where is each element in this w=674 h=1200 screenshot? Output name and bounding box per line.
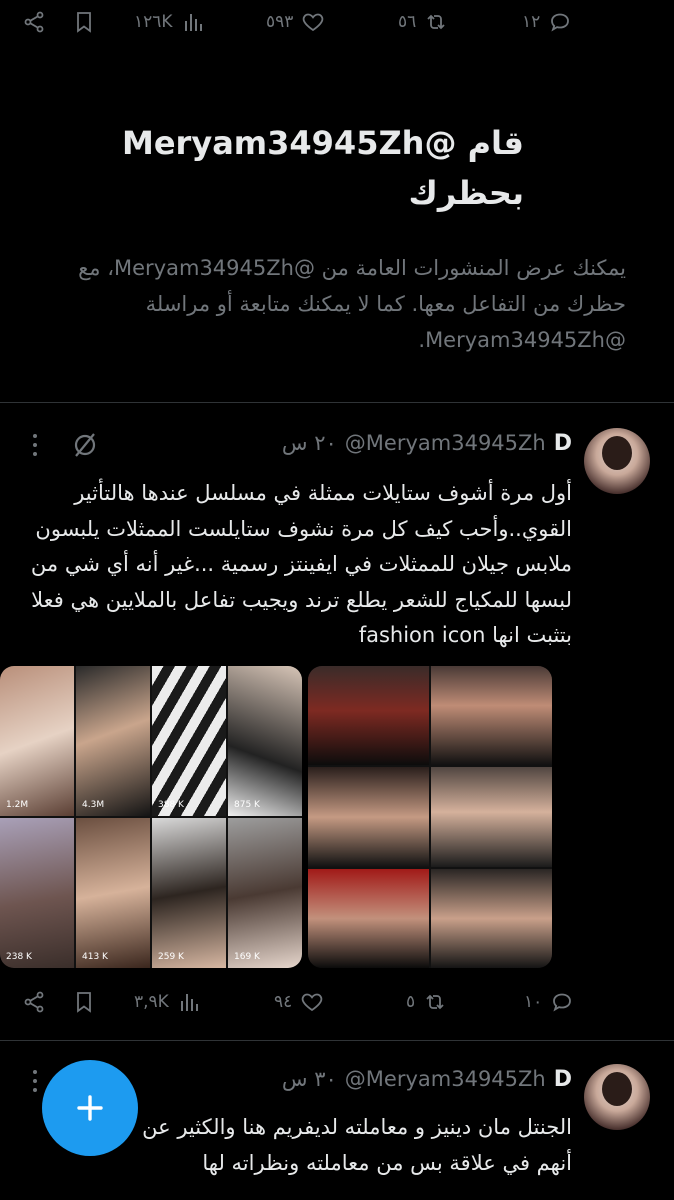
author-name[interactable]: D bbox=[554, 431, 572, 456]
views-button[interactable]: ١٢٦K bbox=[134, 0, 205, 44]
avatar[interactable] bbox=[584, 428, 650, 494]
tweet-time[interactable]: ٣٠ س bbox=[282, 1067, 337, 1091]
views-label: 259 K bbox=[158, 952, 184, 962]
media-thumbnail bbox=[308, 666, 429, 766]
reply-button[interactable]: ١٠ bbox=[524, 980, 574, 1024]
views-label: 169 K bbox=[234, 952, 260, 962]
analytics-icon bbox=[184, 14, 202, 31]
more-options-icon[interactable] bbox=[24, 428, 46, 462]
top-tweet-actions: ١٢٦K ٥٩٣ ٥٦ ١٢ bbox=[0, 0, 674, 44]
share-icon bbox=[24, 11, 44, 33]
avatar[interactable] bbox=[584, 1064, 650, 1130]
media-thumbnail: 1.2M bbox=[0, 666, 74, 816]
tweet-handle[interactable]: @Meryam34945Zh bbox=[345, 1067, 546, 1091]
share-button[interactable] bbox=[22, 980, 46, 1024]
views-label: 4.3M bbox=[82, 800, 105, 810]
tweet-header: ٢٠ س @Meryam34945Zh D bbox=[282, 428, 572, 458]
views-label: 875 K bbox=[234, 800, 260, 810]
views-label: 1.2M bbox=[6, 800, 29, 810]
media-thumbnail: 4.3M bbox=[76, 666, 150, 816]
blocked-title-line1: قام @Meryam34945Zh bbox=[122, 124, 524, 162]
media-image-1[interactable]: 1.2M 4.3M 388 K 875 K 238 K 413 K 259 K … bbox=[0, 666, 302, 968]
tweet-text: أول مرة أشوف ستايلات ممثلة في مسلسل عنده… bbox=[12, 476, 572, 654]
media-thumbnail bbox=[308, 868, 429, 968]
views-button[interactable]: ٣,٩K bbox=[134, 980, 201, 1024]
author-name[interactable]: D bbox=[554, 1067, 572, 1092]
media-image-2[interactable] bbox=[308, 666, 552, 968]
repost-icon bbox=[427, 14, 445, 30]
views-count: ٣,٩K bbox=[134, 992, 169, 1012]
repost-icon bbox=[426, 994, 444, 1010]
bookmark-button[interactable] bbox=[72, 0, 96, 44]
plus-icon bbox=[77, 1095, 103, 1121]
media-thumbnail bbox=[431, 666, 552, 766]
tweet-handle[interactable]: @Meryam34945Zh bbox=[345, 431, 546, 455]
bookmark-button[interactable] bbox=[72, 980, 96, 1024]
heart-icon bbox=[301, 993, 323, 1012]
media-thumbnail bbox=[431, 868, 552, 968]
blocked-title-line2: بحظرك bbox=[408, 174, 524, 212]
media-thumbnail: 413 K bbox=[76, 818, 150, 968]
compose-button[interactable] bbox=[42, 1060, 138, 1156]
media-thumbnail: 169 K bbox=[228, 818, 302, 968]
tweet-header: ٣٠ س @Meryam34945Zh D bbox=[282, 1064, 572, 1094]
views-label: 388 K bbox=[158, 800, 184, 810]
share-icon bbox=[24, 991, 44, 1013]
views-label: 238 K bbox=[6, 952, 32, 962]
repost-button[interactable]: ٥٦ bbox=[398, 0, 448, 44]
tweet-media[interactable]: 1.2M 4.3M 388 K 875 K 238 K 413 K 259 K … bbox=[0, 666, 552, 968]
media-thumbnail: 259 K bbox=[152, 818, 226, 968]
reposts-count: ٥ bbox=[406, 992, 416, 1012]
replies-count: ١٢ bbox=[522, 12, 541, 32]
divider bbox=[0, 1040, 674, 1041]
views-count: ١٢٦K bbox=[134, 12, 173, 32]
media-thumbnail bbox=[431, 767, 552, 867]
tweet-time[interactable]: ٢٠ س bbox=[282, 431, 337, 455]
like-button[interactable]: ٥٩٣ bbox=[266, 0, 325, 44]
repost-button[interactable]: ٥ bbox=[406, 980, 447, 1024]
reposts-count: ٥٦ bbox=[398, 12, 417, 32]
reply-button[interactable]: ١٢ bbox=[522, 0, 572, 44]
tweet-actions: ٣,٩K ٩٤ ٥ ١٠ bbox=[0, 980, 674, 1024]
reply-icon bbox=[553, 993, 572, 1012]
heart-icon bbox=[303, 13, 324, 32]
share-button[interactable] bbox=[22, 0, 46, 44]
likes-count: ٩٤ bbox=[274, 992, 293, 1012]
like-button[interactable]: ٩٤ bbox=[274, 980, 324, 1024]
blocked-notice-title: قام @Meryam34945Zh بحظرك bbox=[44, 118, 524, 218]
media-thumbnail: 388 K bbox=[152, 666, 226, 816]
blocked-notice-description: يمكنك عرض المنشورات العامة من @Meryam349… bbox=[78, 256, 626, 352]
media-thumbnail bbox=[308, 767, 429, 867]
reply-icon bbox=[551, 13, 570, 32]
grok-icon[interactable] bbox=[68, 428, 102, 462]
tweet-text-content: أول مرة أشوف ستايلات ممثلة في مسلسل عنده… bbox=[30, 481, 572, 647]
bookmark-icon bbox=[77, 992, 91, 1013]
divider bbox=[0, 402, 674, 403]
bookmark-icon bbox=[77, 12, 91, 33]
more-options-icon[interactable] bbox=[24, 1064, 46, 1098]
views-label: 413 K bbox=[82, 952, 108, 962]
media-thumbnail: 875 K bbox=[228, 666, 302, 816]
analytics-icon bbox=[180, 994, 198, 1011]
likes-count: ٥٩٣ bbox=[266, 12, 294, 32]
media-thumbnail: 238 K bbox=[0, 818, 74, 968]
replies-count: ١٠ bbox=[524, 992, 543, 1012]
